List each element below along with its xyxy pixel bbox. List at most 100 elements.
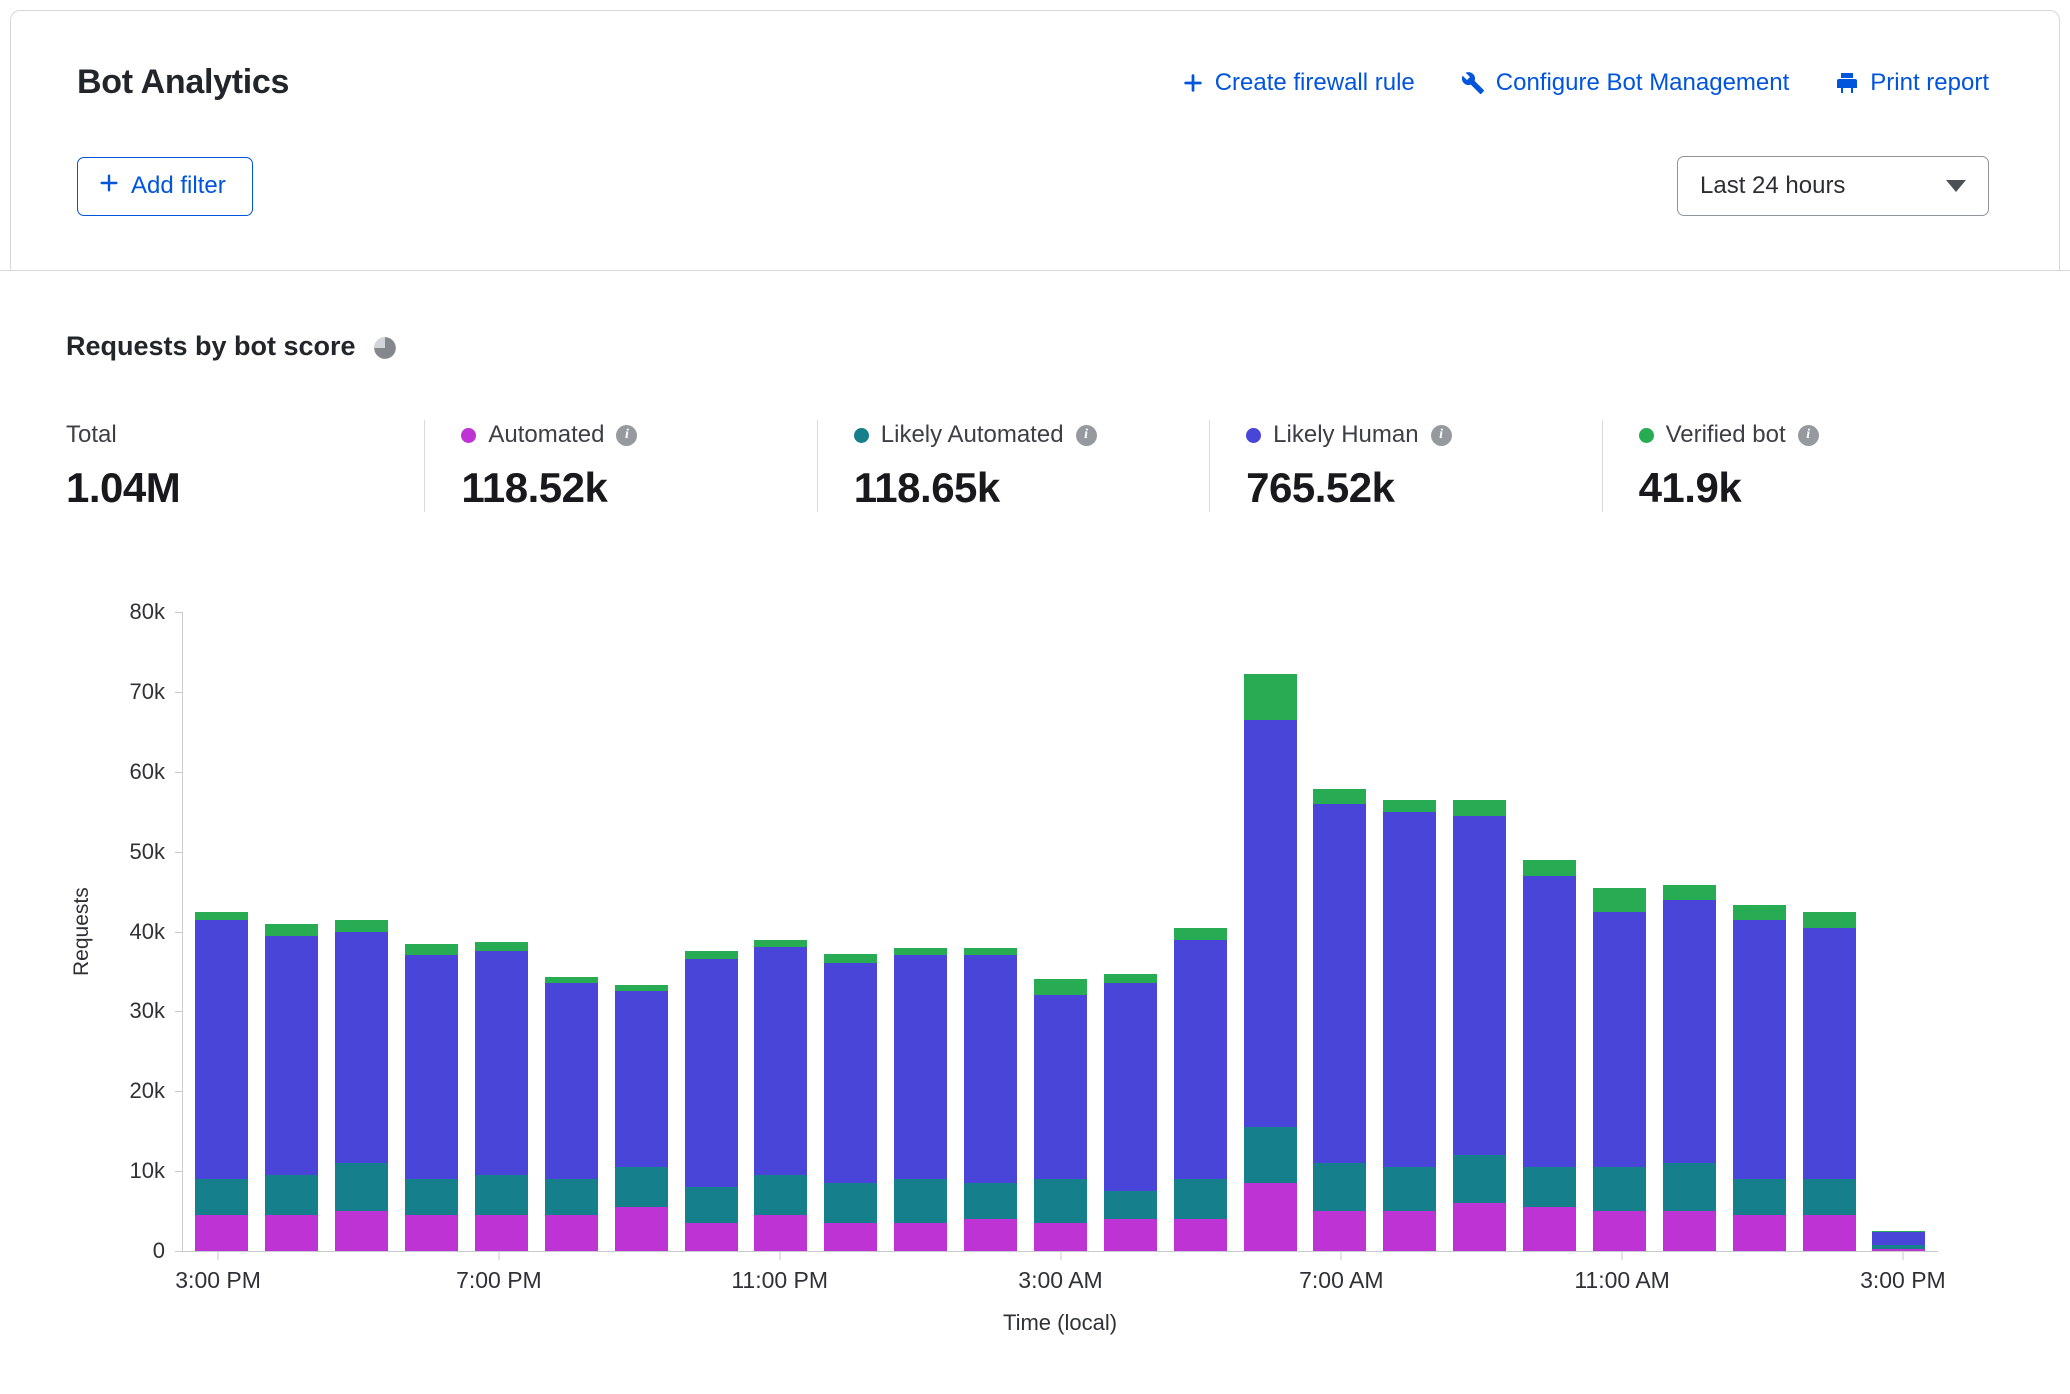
bar-segment-automated [265, 1215, 318, 1251]
bar-segment-automated [405, 1215, 458, 1251]
time-range-select[interactable]: Last 24 hours [1677, 156, 1989, 216]
chart-bar-11-00-pm-8[interactable] [754, 612, 807, 1251]
chart-bar-11-00-am-20[interactable] [1593, 612, 1646, 1251]
bar-slot [1724, 612, 1794, 1251]
chart-bar-2-00-am-11[interactable] [964, 612, 1017, 1251]
bar-slot [327, 612, 397, 1251]
chart-bar-3-00-pm-24[interactable] [1872, 612, 1925, 1251]
stat-total-label: Total [66, 421, 117, 449]
bar-segment-automated [1034, 1223, 1087, 1251]
chart-bar-1-00-am-10[interactable] [894, 612, 947, 1251]
bar-segment-likely-human [1453, 816, 1506, 1155]
bar-segment-likely-automated [265, 1175, 318, 1215]
chart-bar-5-00-pm-2[interactable] [335, 612, 388, 1251]
y-tick-label: 10k [130, 1158, 165, 1184]
bar-segment-verified-bot [754, 940, 807, 948]
chart-bar-10-00-pm-7[interactable] [685, 612, 738, 1251]
y-tick-mark [175, 692, 183, 693]
plus-icon [1182, 72, 1204, 94]
bar-segment-likely-human [1313, 804, 1366, 1163]
chart-bar-1-00-pm-22[interactable] [1733, 612, 1786, 1251]
wrench-icon [1461, 71, 1485, 95]
bar-segment-automated [964, 1219, 1017, 1251]
plus-icon [98, 172, 120, 201]
chart-bar-12-00-am-9[interactable] [824, 612, 877, 1251]
bar-segment-verified-bot [1663, 885, 1716, 899]
bar-segment-verified-bot [685, 951, 738, 959]
bar-slot [1585, 612, 1655, 1251]
add-filter-button[interactable]: Add filter [77, 157, 253, 216]
x-tick-mark [1902, 1251, 1903, 1260]
bar-segment-verified-bot [335, 920, 388, 932]
requests-chart: Requests 010k20k30k40k50k60k70k80k3:00 P… [66, 612, 1994, 1336]
info-icon[interactable] [1076, 425, 1097, 446]
y-tick-mark [175, 1171, 183, 1172]
print-report-link[interactable]: Print report [1835, 69, 1989, 97]
bar-slot [956, 612, 1026, 1251]
create-firewall-rule-label: Create firewall rule [1215, 69, 1415, 97]
print-report-label: Print report [1870, 69, 1989, 97]
bar-segment-likely-automated [754, 1175, 807, 1215]
chart-bar-5-00-am-14[interactable] [1174, 612, 1227, 1251]
chart-bar-7-00-pm-4[interactable] [475, 612, 528, 1251]
bar-segment-likely-automated [195, 1179, 248, 1215]
bar-segment-likely-human [964, 955, 1017, 1183]
chart-bar-9-00-pm-6[interactable] [615, 612, 668, 1251]
bar-slot [1515, 612, 1585, 1251]
stat-verified-bot-value: 41.9k [1639, 464, 1994, 512]
chart-bar-6-00-am-15[interactable] [1244, 612, 1297, 1251]
printer-icon [1835, 71, 1859, 95]
x-tick-label: 3:00 PM [1860, 1267, 1946, 1294]
configure-bot-management-link[interactable]: Configure Bot Management [1461, 69, 1790, 97]
bar-segment-automated [1593, 1211, 1646, 1251]
bar-segment-likely-automated [405, 1179, 458, 1215]
bar-slot [1375, 612, 1445, 1251]
legend-dot [461, 428, 476, 443]
header-actions: Create firewall rule Configure Bot Manag… [1182, 69, 1989, 97]
bar-segment-verified-bot [894, 948, 947, 956]
stat-likely-human-value: 765.52k [1246, 464, 1601, 512]
bar-segment-likely-human [754, 947, 807, 1175]
bar-segment-automated [1244, 1183, 1297, 1251]
legend-dot [1639, 428, 1654, 443]
bar-segment-verified-bot [405, 944, 458, 956]
chart-bar-10-00-am-19[interactable] [1523, 612, 1576, 1251]
y-tick-label: 60k [130, 759, 165, 785]
chart-bar-4-00-am-13[interactable] [1104, 612, 1157, 1251]
y-tick-label: 70k [130, 679, 165, 705]
chart-bar-9-00-am-18[interactable] [1453, 612, 1506, 1251]
bar-slot [397, 612, 467, 1251]
bar-segment-verified-bot [195, 912, 248, 920]
chart-bar-4-00-pm-1[interactable] [265, 612, 318, 1251]
bar-segment-likely-human [265, 936, 318, 1176]
bar-segment-automated [1383, 1211, 1436, 1251]
info-icon[interactable] [1431, 425, 1452, 446]
bar-slot [536, 612, 606, 1251]
bar-segment-likely-human [1244, 720, 1297, 1127]
bar-segment-likely-automated [1733, 1179, 1786, 1215]
chart-bar-12-00-pm-21[interactable] [1663, 612, 1716, 1251]
chart-bar-3-00-am-12[interactable] [1034, 612, 1087, 1251]
stat-total: Total 1.04M [66, 420, 424, 512]
chart-bar-7-00-am-16[interactable] [1313, 612, 1366, 1251]
stat-verified-bot: Verified bot 41.9k [1602, 420, 1994, 512]
chart-bar-8-00-pm-5[interactable] [545, 612, 598, 1251]
bar-segment-likely-automated [964, 1183, 1017, 1219]
bar-segment-likely-automated [1523, 1167, 1576, 1207]
stat-likely-automated-value: 118.65k [854, 464, 1209, 512]
bar-segment-automated [545, 1215, 598, 1251]
bar-segment-verified-bot [1803, 912, 1856, 928]
bar-segment-verified-bot [1174, 928, 1227, 940]
chart-bar-3-00-pm-0[interactable] [195, 612, 248, 1251]
bar-segment-likely-automated [1663, 1163, 1716, 1211]
chart-bar-8-00-am-17[interactable] [1383, 612, 1436, 1251]
chart-bar-2-00-pm-23[interactable] [1803, 612, 1856, 1251]
bar-segment-verified-bot [1523, 860, 1576, 876]
info-icon[interactable] [616, 425, 637, 446]
create-firewall-rule-link[interactable]: Create firewall rule [1182, 69, 1415, 97]
header-row: Bot Analytics Create firewall rule Confi… [77, 63, 1989, 102]
chart-bar-6-00-pm-3[interactable] [405, 612, 458, 1251]
bar-segment-automated [1663, 1211, 1716, 1251]
info-icon[interactable] [1798, 425, 1819, 446]
bar-slot [1864, 612, 1934, 1251]
